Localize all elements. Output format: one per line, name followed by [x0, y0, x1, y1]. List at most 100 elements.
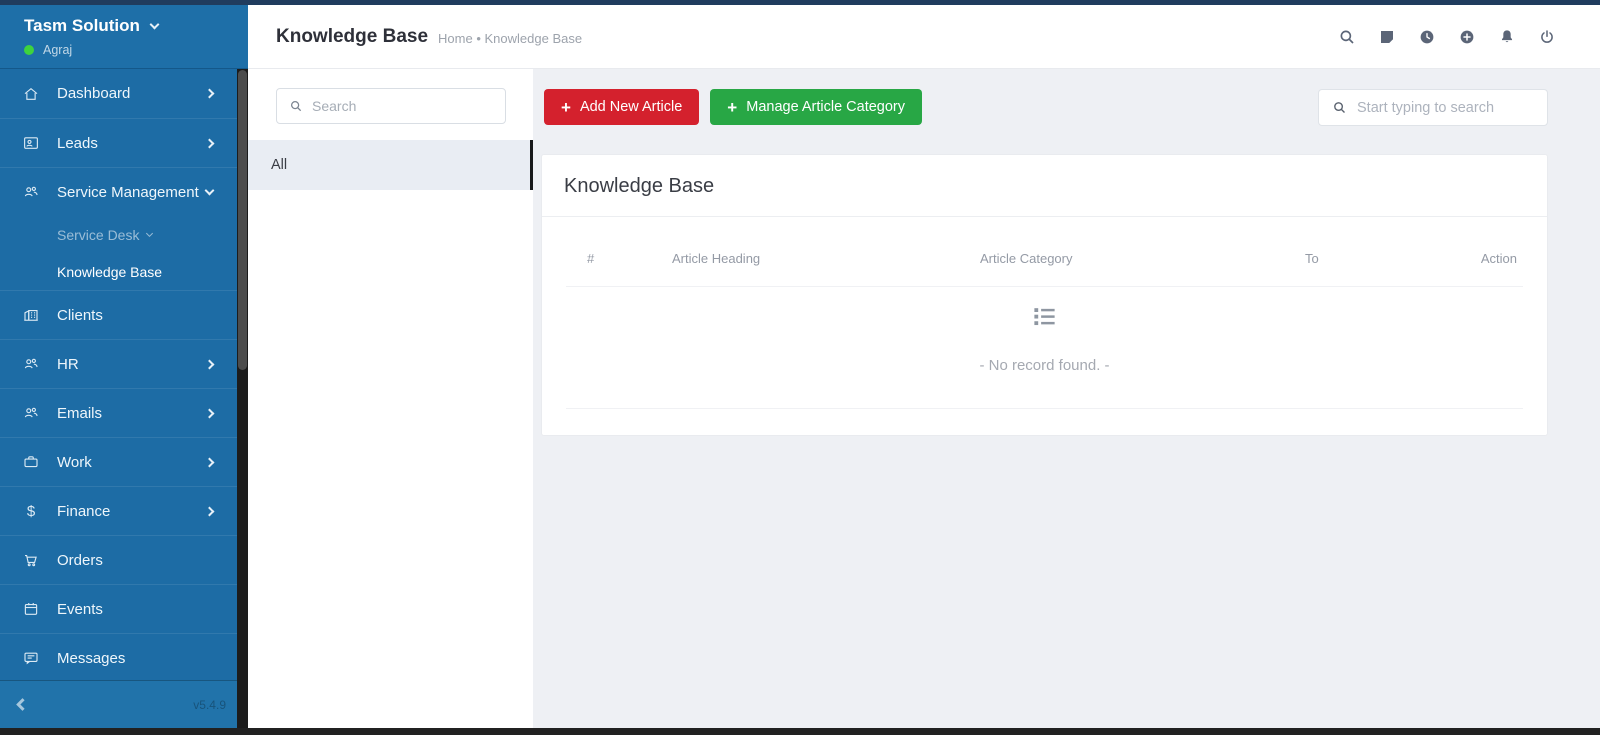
sidebar-item-label: Leads: [57, 134, 98, 152]
category-panel: All: [248, 69, 533, 728]
sidebar-item-emails[interactable]: Emails: [0, 388, 237, 437]
submenu-item-label: Service Desk: [57, 226, 140, 243]
sidebar-item-leads[interactable]: Leads: [0, 118, 237, 167]
column-header-article-heading: Article Heading: [672, 251, 761, 266]
sidebar-item-label: Dashboard: [57, 85, 131, 102]
list-icon: [1031, 303, 1058, 330]
building-icon: [22, 306, 40, 324]
sidebar-item-label: Clients: [57, 306, 103, 324]
power-icon[interactable]: [1538, 28, 1556, 46]
user-name: Agraj: [43, 43, 73, 57]
action-buttons: + Add New Article + Manage Article Categ…: [544, 89, 923, 125]
panel-scrollbar-thumb[interactable]: [530, 140, 533, 190]
chevron-right-icon: [204, 138, 215, 148]
category-item-all[interactable]: All: [248, 140, 533, 190]
chevron-right-icon: [204, 408, 215, 418]
dollar-icon: $: [26, 502, 36, 520]
header-icons: [1338, 28, 1556, 46]
people-icon: [22, 183, 40, 201]
sidebar-item-label: Messages: [57, 649, 126, 667]
sidebar-item-label: Emails: [57, 404, 103, 422]
sidebar-item-events[interactable]: Events: [0, 584, 237, 633]
note-icon[interactable]: [1378, 28, 1396, 46]
cart-icon: [22, 551, 40, 569]
submenu-item-label: Knowledge Base: [57, 263, 163, 280]
plus-circle-icon[interactable]: [1458, 28, 1476, 46]
search-icon: [1334, 102, 1345, 113]
submenu-item-knowledge-base[interactable]: Knowledge Base: [0, 253, 237, 290]
sidebar-item-dashboard[interactable]: Dashboard: [0, 69, 237, 118]
sidebar-item-orders[interactable]: Orders: [0, 535, 237, 584]
category-label: All: [271, 157, 288, 173]
sidebar-item-service-management[interactable]: Service Management: [0, 167, 237, 216]
breadcrumb: Home • Knowledge Base: [438, 30, 583, 46]
sidebar-item-finance[interactable]: $ Finance: [0, 486, 237, 535]
column-header-index: #: [587, 251, 595, 266]
chevron-down-icon: [146, 229, 154, 238]
add-new-article-button[interactable]: + Add New Article: [544, 89, 700, 125]
chevron-down-icon: [149, 19, 160, 29]
divider: [566, 408, 1523, 409]
plus-icon: +: [727, 97, 738, 117]
id-card-icon: [22, 134, 40, 152]
chevron-right-icon: [204, 359, 215, 369]
sidebar-scrollbar[interactable]: [237, 69, 248, 728]
sidebar-header: Tasm Solution Agraj: [0, 5, 248, 69]
calendar-icon: [22, 600, 40, 618]
search-icon[interactable]: [1338, 28, 1356, 46]
sidebar-item-label: Events: [57, 600, 103, 618]
sidebar-item-label: HR: [57, 355, 79, 373]
chevron-right-icon: [204, 506, 215, 516]
submenu-item-service-desk[interactable]: Service Desk: [0, 216, 237, 253]
sidebar-item-messages[interactable]: Messages: [0, 633, 237, 682]
sidebar-item-hr[interactable]: HR: [0, 339, 237, 388]
chevron-down-icon: [204, 185, 215, 195]
page-title: Knowledge Base: [276, 25, 429, 47]
online-status-icon: [24, 45, 34, 55]
button-label: Add New Article: [579, 99, 683, 115]
no-record-text: - No record found. -: [979, 357, 1110, 374]
scrollbar-thumb[interactable]: [238, 70, 247, 370]
sidebar-item-label: Orders: [57, 551, 103, 569]
brand-name: Tasm Solution: [24, 16, 140, 35]
card-title: Knowledge Base: [564, 175, 715, 197]
chevron-right-icon: [204, 457, 215, 467]
collapse-sidebar-icon[interactable]: [16, 698, 29, 711]
sidebar: Tasm Solution Agraj Dashboard Leads Serv…: [0, 5, 248, 728]
sidebar-item-label: Service Management: [57, 183, 199, 201]
bell-icon[interactable]: [1498, 28, 1516, 46]
sidebar-item-label: Finance: [57, 502, 111, 520]
clock-icon[interactable]: [1418, 28, 1436, 46]
plus-icon: +: [561, 97, 571, 117]
sidebar-item-work[interactable]: Work: [0, 437, 237, 486]
home-icon: [22, 85, 40, 103]
table-search-input[interactable]: [1357, 99, 1537, 116]
sidebar-item-clients[interactable]: Clients: [0, 290, 237, 339]
search-icon: [290, 100, 302, 112]
user-status: Agraj: [24, 43, 248, 57]
column-header-to: To: [1305, 251, 1319, 266]
main-content: + Add New Article + Manage Article Categ…: [533, 69, 1600, 728]
chevron-right-icon: [204, 88, 215, 99]
bottom-strip: [0, 728, 1600, 735]
brand-menu[interactable]: Tasm Solution: [24, 16, 248, 36]
app-version: v5.4.9: [193, 697, 226, 712]
column-header-action: Action: [1480, 251, 1517, 266]
table-header-row: # Article Heading Article Category To Ac…: [542, 217, 1547, 286]
table-search-box: [1318, 89, 1548, 126]
button-label: Manage Article Category: [746, 99, 906, 115]
sidebar-footer: v5.4.9: [0, 680, 237, 728]
top-accent-strip: [0, 0, 1600, 5]
briefcase-icon: [22, 453, 40, 471]
manage-article-category-button[interactable]: + Manage Article Category: [710, 89, 923, 125]
people-icon: [22, 404, 40, 422]
people-icon: [22, 355, 40, 373]
column-header-article-category: Article Category: [980, 251, 1073, 266]
category-search-box: [276, 88, 506, 124]
sidebar-nav: Dashboard Leads Service Management Servi…: [0, 69, 237, 682]
sidebar-item-label: Work: [57, 453, 92, 471]
top-header: Knowledge Base Home • Knowledge Base: [248, 5, 1600, 69]
chat-icon: [22, 649, 40, 667]
category-search-input[interactable]: [312, 98, 493, 114]
empty-state: - No record found. -: [542, 287, 1547, 374]
